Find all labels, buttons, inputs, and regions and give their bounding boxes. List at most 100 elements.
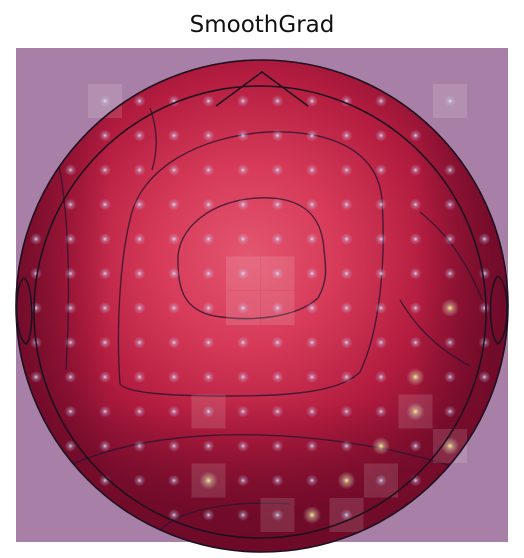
saliency-dot bbox=[237, 302, 249, 314]
saliency-dot bbox=[306, 336, 318, 349]
saliency-dot bbox=[444, 336, 456, 349]
saliency-dot bbox=[444, 95, 456, 107]
saliency-dot bbox=[340, 129, 353, 142]
saliency-dot bbox=[99, 440, 111, 452]
saliency-dot bbox=[168, 129, 180, 142]
saliency-dot bbox=[271, 302, 284, 314]
saliency-dot bbox=[202, 198, 215, 211]
saliency-dot bbox=[99, 164, 111, 176]
saliency-dot bbox=[375, 164, 387, 176]
saliency-dot bbox=[375, 198, 387, 211]
saliency-dot bbox=[478, 267, 491, 280]
saliency-dot bbox=[133, 440, 146, 452]
saliency-dot bbox=[202, 405, 215, 418]
saliency-dot bbox=[271, 129, 284, 142]
saliency-dot bbox=[306, 371, 318, 383]
saliency-dot bbox=[409, 267, 422, 280]
saliency-dot bbox=[375, 371, 387, 383]
saliency-dot bbox=[168, 267, 180, 280]
saliency-dot bbox=[340, 405, 353, 418]
saliency-dot bbox=[30, 233, 42, 245]
saliency-dot bbox=[444, 267, 456, 280]
saliency-dot bbox=[64, 405, 77, 418]
saliency-dot bbox=[237, 233, 249, 245]
saliency-dot bbox=[306, 267, 318, 280]
saliency-hot-dot bbox=[199, 471, 218, 490]
saliency-dot bbox=[375, 474, 387, 487]
saliency-dot bbox=[202, 233, 215, 245]
saliency-dot bbox=[340, 336, 353, 349]
saliency-dot bbox=[133, 405, 146, 418]
saliency-dot bbox=[271, 509, 284, 521]
saliency-dot bbox=[133, 267, 146, 280]
saliency-dot bbox=[340, 164, 353, 176]
saliency-dot bbox=[237, 371, 249, 383]
saliency-dot bbox=[237, 129, 249, 142]
saliency-dot bbox=[202, 509, 215, 521]
saliency-dot bbox=[168, 371, 180, 383]
saliency-hot-dot bbox=[303, 506, 321, 524]
saliency-dot bbox=[409, 129, 422, 142]
saliency-dot bbox=[375, 302, 387, 314]
saliency-dot bbox=[478, 371, 491, 383]
saliency-dot bbox=[168, 336, 180, 349]
saliency-dot bbox=[444, 233, 456, 245]
saliency-dot bbox=[237, 474, 249, 487]
saliency-dot bbox=[99, 302, 111, 314]
saliency-dot bbox=[133, 302, 146, 314]
saliency-dot bbox=[202, 336, 215, 349]
saliency-dot bbox=[340, 371, 353, 383]
saliency-dot bbox=[99, 371, 111, 383]
saliency-dot bbox=[168, 474, 180, 487]
saliency-dot bbox=[133, 129, 146, 142]
saliency-hot-dot bbox=[406, 402, 425, 421]
saliency-dot bbox=[478, 233, 491, 245]
saliency-dot bbox=[64, 302, 77, 314]
saliency-dot bbox=[99, 267, 111, 280]
saliency-dot bbox=[237, 267, 249, 280]
saliency-dot bbox=[444, 405, 456, 418]
saliency-dot bbox=[168, 405, 180, 418]
saliency-dot bbox=[444, 164, 456, 176]
saliency-hot-dot bbox=[337, 471, 356, 490]
saliency-dot bbox=[306, 129, 318, 142]
saliency-dot bbox=[375, 336, 387, 349]
saliency-dot bbox=[375, 233, 387, 245]
saliency-dot bbox=[133, 95, 146, 107]
saliency-dot bbox=[444, 371, 456, 383]
saliency-dot bbox=[306, 198, 318, 211]
saliency-dot bbox=[64, 233, 77, 245]
saliency-dot bbox=[409, 164, 422, 176]
saliency-dot bbox=[340, 440, 353, 452]
topomap-figure bbox=[15, 48, 509, 553]
saliency-dot bbox=[271, 440, 284, 452]
saliency-dot bbox=[340, 198, 353, 211]
saliency-dot bbox=[306, 440, 318, 452]
saliency-dot bbox=[133, 474, 146, 487]
saliency-dot bbox=[375, 129, 387, 142]
saliency-dot bbox=[271, 95, 284, 107]
saliency-dot bbox=[133, 164, 146, 176]
saliency-dot bbox=[237, 95, 249, 107]
saliency-dot bbox=[64, 371, 77, 383]
saliency-dot bbox=[99, 198, 111, 211]
saliency-dot bbox=[237, 336, 249, 349]
saliency-dot bbox=[202, 95, 215, 107]
saliency-dot bbox=[340, 302, 353, 314]
saliency-dot bbox=[30, 371, 42, 383]
saliency-dot bbox=[237, 440, 249, 452]
saliency-dot bbox=[375, 405, 387, 418]
saliency-dot bbox=[168, 440, 180, 452]
saliency-dot bbox=[478, 302, 491, 314]
saliency-dot bbox=[340, 267, 353, 280]
saliency-hot-dot bbox=[441, 299, 459, 317]
saliency-dot bbox=[409, 198, 422, 211]
saliency-dot bbox=[306, 164, 318, 176]
saliency-dot bbox=[202, 302, 215, 314]
saliency-dot bbox=[340, 233, 353, 245]
saliency-dot bbox=[306, 474, 318, 487]
saliency-dot bbox=[133, 336, 146, 349]
saliency-dot bbox=[133, 198, 146, 211]
saliency-dot bbox=[409, 336, 422, 349]
saliency-dot bbox=[99, 129, 111, 142]
